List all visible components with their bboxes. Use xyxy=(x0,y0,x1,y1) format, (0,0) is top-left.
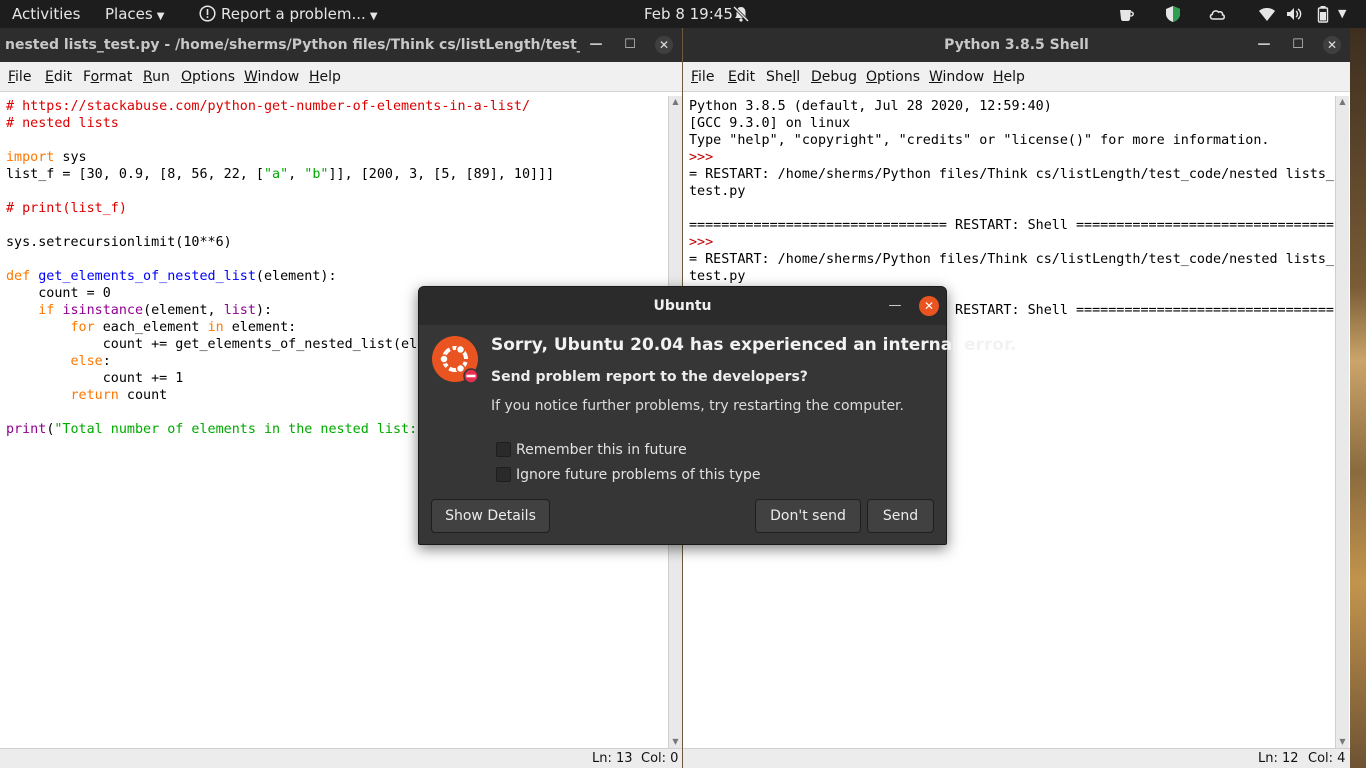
editor-menu-window[interactable]: Window xyxy=(244,62,299,92)
ignore-checkbox[interactable] xyxy=(496,467,511,482)
report-problem-label: Report a problem... xyxy=(221,5,366,23)
editor-menu-format[interactable]: Format xyxy=(83,62,132,92)
activities-button[interactable]: Activities xyxy=(12,0,80,28)
shell-line: = RESTART: /home/sherms/Python files/Thi… xyxy=(689,167,1334,182)
places-label: Places xyxy=(105,5,153,23)
code-line: sys.setrecursionlimit(10**6) xyxy=(6,235,232,250)
volume-icon[interactable] xyxy=(1285,5,1303,23)
code-line: import sys xyxy=(6,150,87,165)
dialog-subheading: Send problem report to the developers? xyxy=(491,369,808,385)
shell-column-number: Col: 4 xyxy=(1308,751,1346,766)
scroll-down-icon[interactable]: ▼ xyxy=(669,736,682,748)
scroll-up-icon[interactable]: ▲ xyxy=(1336,96,1349,108)
dialog-title[interactable]: Ubuntu xyxy=(419,287,946,325)
places-menu[interactable]: Places ▼ xyxy=(105,0,164,28)
battery-icon[interactable] xyxy=(1314,5,1332,23)
shell-statusbar: Ln: 12 Col: 4 xyxy=(683,748,1350,768)
close-icon[interactable]: ✕ xyxy=(919,296,939,316)
code-line: list_f = [30, 0.9, [8, 56, 22, ["a", "b"… xyxy=(6,167,555,182)
editor-line-number: Ln: 13 xyxy=(592,751,633,766)
editor-menu-options[interactable]: Options xyxy=(181,62,235,92)
editor-window-title: nested lists_test.py - /home/sherms/Pyth… xyxy=(5,37,580,53)
shell-line: >>> xyxy=(689,150,714,165)
editor-menu-edit[interactable]: Edit xyxy=(45,62,72,92)
shell-menu-options[interactable]: Options xyxy=(866,62,920,92)
close-icon[interactable]: ✕ xyxy=(655,36,673,54)
code-line: # nested lists xyxy=(6,116,119,131)
shell-scrollbar[interactable]: ▲ ▼ xyxy=(1335,96,1349,748)
clock[interactable]: Feb 8 19:45 xyxy=(644,0,733,28)
send-button[interactable]: Send xyxy=(867,499,934,533)
desktop-wallpaper xyxy=(1350,28,1366,768)
shell-line: = RESTART: /home/sherms/Python files/Thi… xyxy=(689,252,1334,267)
shell-line: Python 3.8.5 (default, Jul 28 2020, 12:5… xyxy=(689,99,1052,114)
dialog-message: If you notice further problems, try rest… xyxy=(491,398,904,414)
top-bar: Activities Places ▼ Report a problem... ▼ … xyxy=(0,0,1366,28)
shell-menubar: File Edit Shell Debug Options Window Help xyxy=(683,62,1350,92)
shell-menu-window[interactable]: Window xyxy=(929,62,984,92)
close-icon[interactable]: ✕ xyxy=(1323,36,1341,54)
clock-label: Feb 8 19:45 xyxy=(644,5,733,23)
editor-menu-file[interactable]: File xyxy=(8,62,31,92)
dont-send-button[interactable]: Don't send xyxy=(755,499,861,533)
code-line: def get_elements_of_nested_list(element)… xyxy=(6,269,337,284)
minimize-icon[interactable]: — xyxy=(587,36,605,54)
remember-checkbox[interactable] xyxy=(496,442,511,457)
editor-column-number: Col: 0 xyxy=(641,751,679,766)
shell-menu-edit[interactable]: Edit xyxy=(728,62,755,92)
ubuntu-logo-icon xyxy=(432,336,479,384)
maximize-icon[interactable]: ☐ xyxy=(621,36,639,54)
report-problem-menu[interactable]: Report a problem... ▼ xyxy=(199,0,378,28)
shell-line: test.py xyxy=(689,269,746,284)
chevron-down-icon: ▼ xyxy=(369,11,378,22)
minimize-icon[interactable]: — xyxy=(1255,36,1273,54)
coffee-icon[interactable] xyxy=(1118,5,1136,23)
shell-line: >>> xyxy=(689,235,714,250)
shell-menu-debug[interactable]: Debug xyxy=(811,62,857,92)
editor-menu-run[interactable]: Run xyxy=(143,62,170,92)
shell-line: Type "help", "copyright", "credits" or "… xyxy=(689,133,1270,148)
report-problem-icon xyxy=(199,5,216,22)
shell-window-title: Python 3.8.5 Shell xyxy=(944,37,1089,53)
wifi-icon[interactable] xyxy=(1258,5,1276,23)
code-line: # print(list_f) xyxy=(6,201,127,216)
editor-menu-help[interactable]: Help xyxy=(309,62,341,92)
cloud-icon[interactable] xyxy=(1208,5,1226,23)
shell-line: test.py xyxy=(689,184,746,199)
ignore-checkbox-label: Ignore future problems of this type xyxy=(516,467,761,483)
shell-line: [GCC 9.3.0] on linux xyxy=(689,116,851,131)
maximize-icon[interactable]: ☐ xyxy=(1289,36,1307,54)
system-menu-chevron-icon[interactable]: ▼ xyxy=(1338,0,1346,28)
code-line: # https://stackabuse.com/python-get-numb… xyxy=(6,99,531,114)
dialog-heading: Sorry, Ubuntu 20.04 has experienced an i… xyxy=(491,335,1017,355)
error-report-dialog: Ubuntu — ✕ Sorry, Ubuntu 20.04 has exper… xyxy=(418,286,1016,545)
show-details-button[interactable]: Show Details xyxy=(431,499,550,533)
shell-titlebar[interactable]: Python 3.8.5 Shell — ☐ ✕ xyxy=(683,28,1350,62)
editor-titlebar[interactable]: nested lists_test.py - /home/sherms/Pyth… xyxy=(0,28,682,62)
shell-menu-shell[interactable]: Shell xyxy=(766,62,800,92)
editor-menubar: File Edit Format Run Options Window Help xyxy=(0,62,682,92)
scroll-down-icon[interactable]: ▼ xyxy=(1336,736,1349,748)
shell-line-number: Ln: 12 xyxy=(1258,751,1299,766)
shell-line: ================================ RESTART… xyxy=(689,218,1334,233)
shell-menu-help[interactable]: Help xyxy=(993,62,1025,92)
remember-checkbox-label: Remember this in future xyxy=(516,442,687,458)
bell-disabled-icon xyxy=(732,5,750,23)
scroll-up-icon[interactable]: ▲ xyxy=(669,96,682,108)
activities-label: Activities xyxy=(12,5,81,23)
shell-menu-file[interactable]: File xyxy=(691,62,714,92)
editor-statusbar: Ln: 13 Col: 0 xyxy=(0,748,682,768)
minimize-icon[interactable]: — xyxy=(886,297,904,315)
chevron-down-icon: ▼ xyxy=(156,11,165,22)
shield-icon[interactable] xyxy=(1164,5,1182,23)
